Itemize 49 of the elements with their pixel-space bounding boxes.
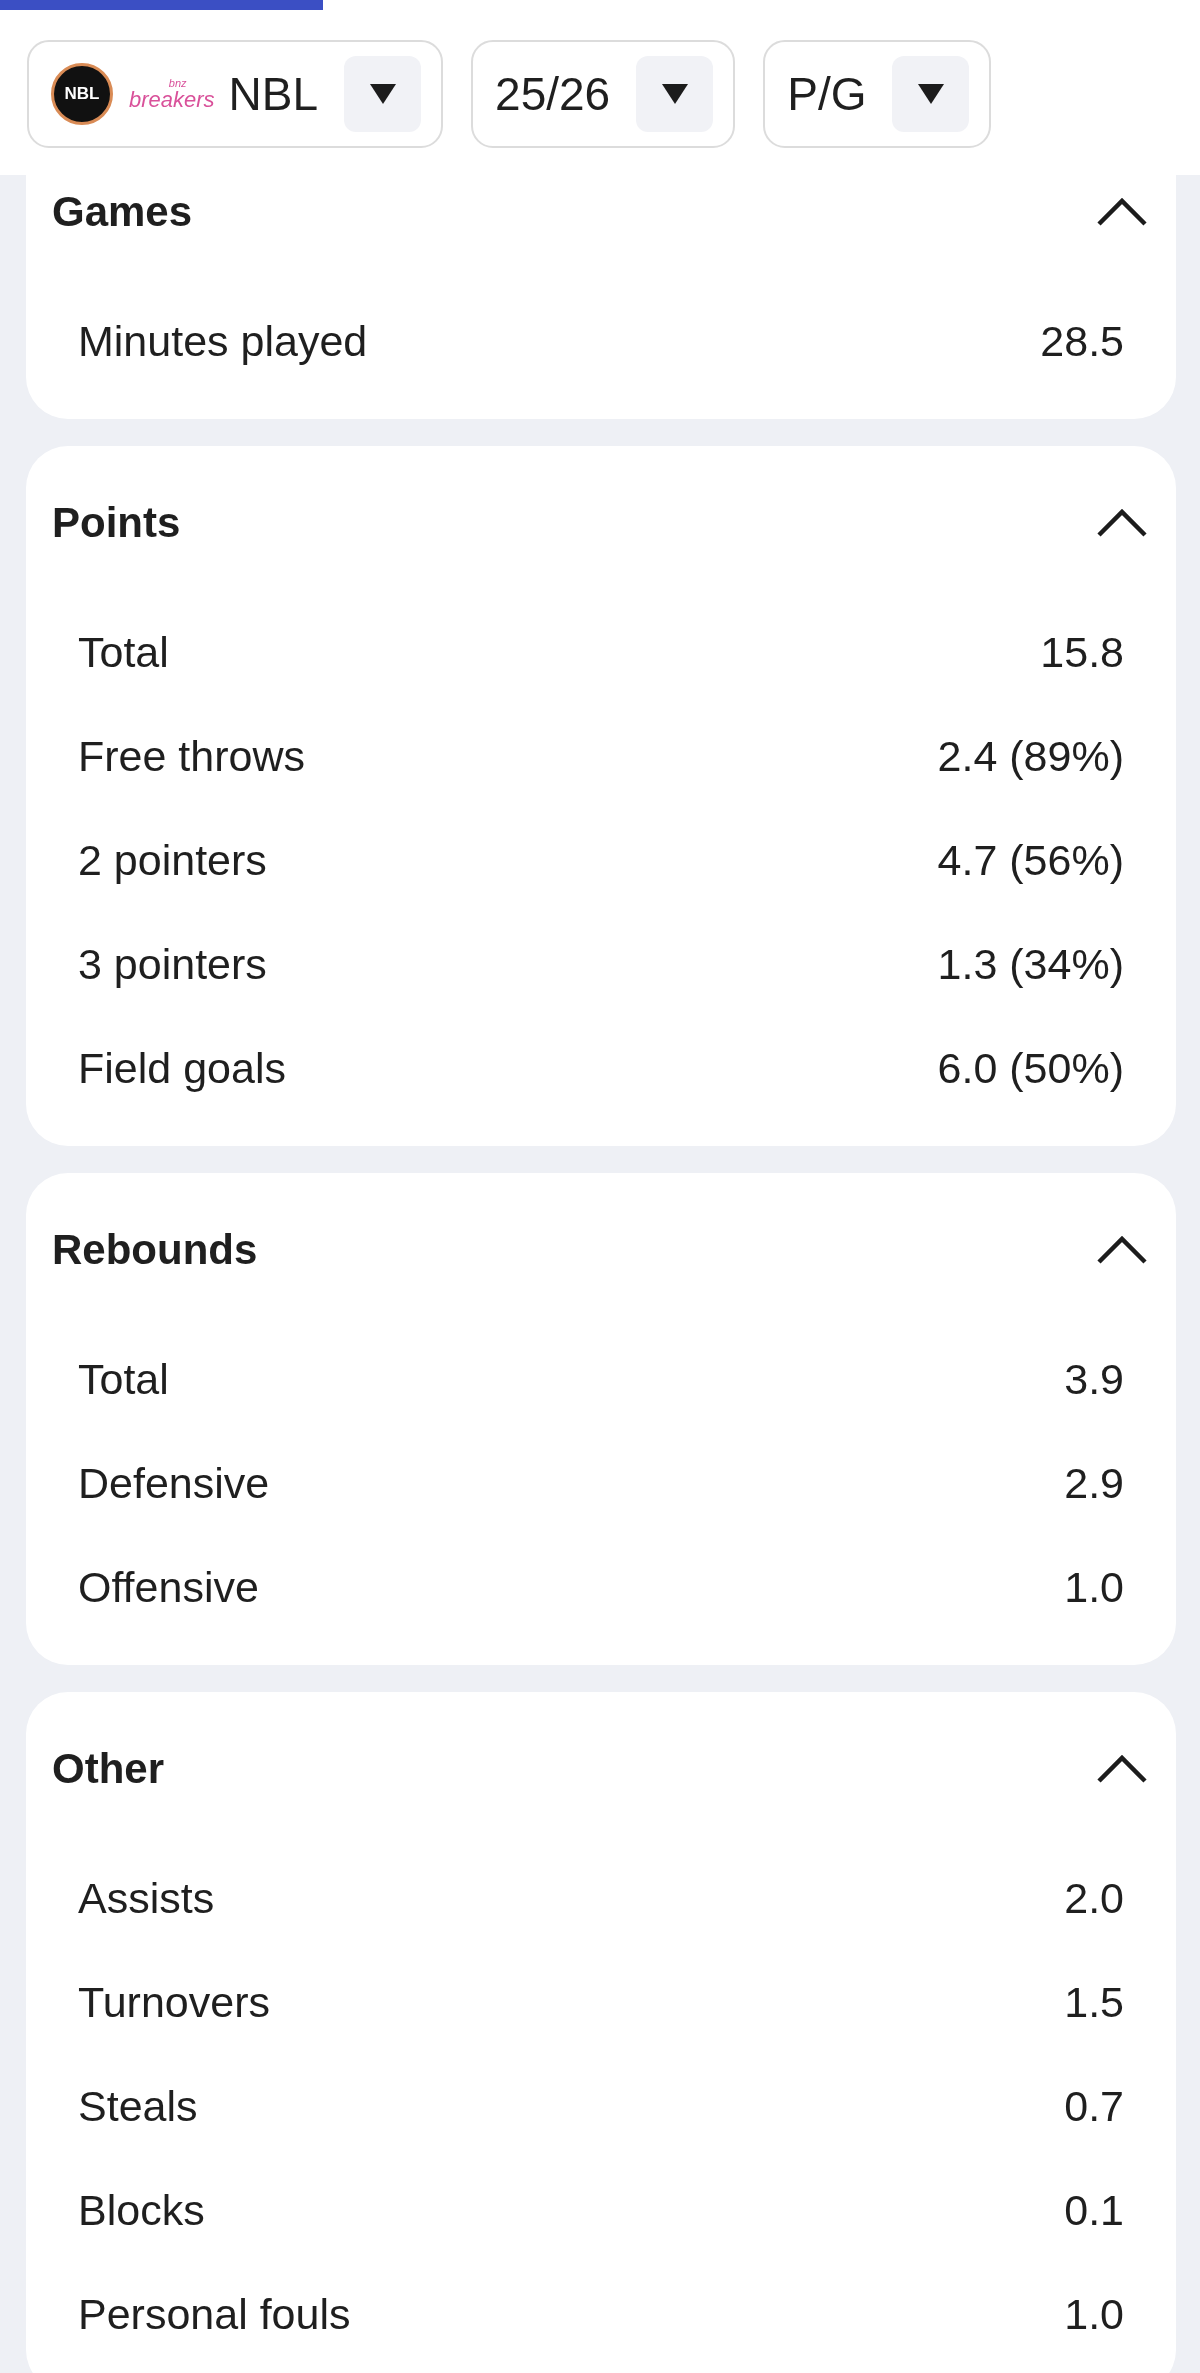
stat-value: 28.5 xyxy=(1040,316,1124,366)
league-logo: NBL xyxy=(51,63,113,125)
stat-label: Personal fouls xyxy=(78,2289,351,2339)
stat-value: 15.8 xyxy=(1040,627,1124,677)
section-title: Points xyxy=(52,499,181,547)
caret-icon xyxy=(659,82,690,106)
stat-label: Blocks xyxy=(78,2185,205,2235)
dropdown-label: 25/26 xyxy=(495,67,611,121)
stat-label: 2 pointers xyxy=(78,835,267,885)
stat-label: Assists xyxy=(78,1873,215,1923)
stat-label: Total xyxy=(78,627,169,677)
chevron-icon[interactable] xyxy=(1096,1235,1148,1265)
stat-value: 2.4 (89%) xyxy=(937,731,1124,781)
section-title: Rebounds xyxy=(52,1226,258,1274)
caret-button[interactable] xyxy=(344,56,422,132)
filter-dropdown[interactable]: 25/26 xyxy=(471,40,736,148)
stat-label: Field goals xyxy=(78,1043,286,1093)
stat-value: 0.7 xyxy=(1064,2081,1124,2131)
section-title: Games xyxy=(52,188,193,236)
stat-value: 2.9 xyxy=(1064,1458,1124,1508)
stat-label: Total xyxy=(78,1354,169,1404)
stat-value: 3.9 xyxy=(1064,1354,1124,1404)
stat-label: 3 pointers xyxy=(78,939,267,989)
stat-value: 0.1 xyxy=(1064,2185,1124,2235)
stat-label: Steals xyxy=(78,2081,198,2131)
stat-value: 4.7 (56%) xyxy=(937,835,1124,885)
filter-dropdown[interactable]: P/G xyxy=(763,40,992,148)
stat-label: Turnovers xyxy=(78,1977,270,2027)
stat-value: 1.0 xyxy=(1064,2289,1124,2339)
stat-value: 1.0 xyxy=(1064,1562,1124,1612)
stat-label: Defensive xyxy=(78,1458,270,1508)
dropdown-label: P/G xyxy=(787,67,867,121)
team-logo: bnz breakers xyxy=(129,77,215,111)
stat-label: Minutes played xyxy=(78,316,368,366)
chevron-icon[interactable] xyxy=(1096,508,1148,538)
caret-icon xyxy=(915,82,946,106)
stat-value: 1.5 xyxy=(1064,1977,1124,2027)
caret-icon xyxy=(367,82,398,106)
stat-value: 2.0 xyxy=(1064,1873,1124,1923)
chevron-icon[interactable] xyxy=(1096,1754,1148,1784)
caret-button[interactable] xyxy=(892,56,970,132)
dropdown-label: NBL xyxy=(228,67,319,121)
caret-button[interactable] xyxy=(636,56,714,132)
chevron-icon[interactable] xyxy=(1096,197,1148,227)
stat-value: 6.0 (50%) xyxy=(937,1043,1124,1093)
stat-label: Free throws xyxy=(78,731,305,781)
section-title: Other xyxy=(52,1745,164,1793)
stat-value: 1.3 (34%) xyxy=(937,939,1124,989)
stat-label: Offensive xyxy=(78,1562,259,1612)
